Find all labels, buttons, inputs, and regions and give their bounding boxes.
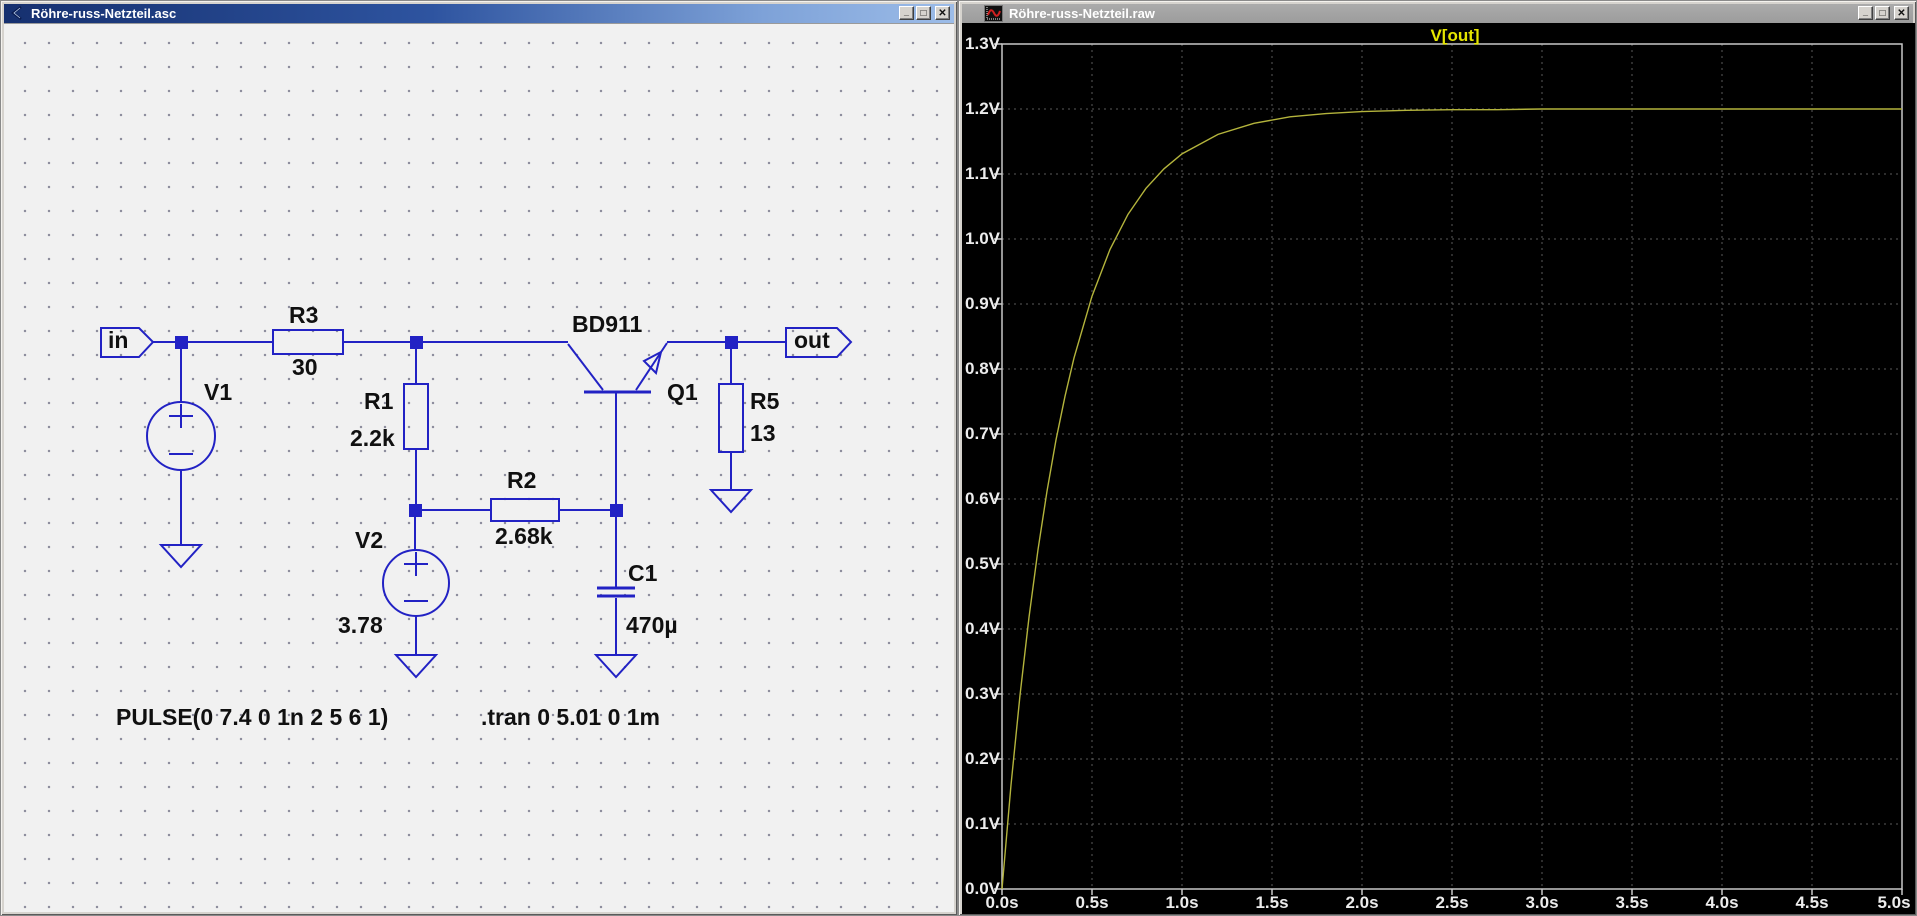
label-C1[interactable]: C1 xyxy=(628,560,657,586)
waveform-plot-pane[interactable]: V[out] 1.3V 1.2V 1.1V 1.0V 0.9V 0.8V 0.7… xyxy=(962,23,1915,914)
y-axis-label: 0.6V xyxy=(962,490,1000,508)
x-axis-label: 5.0s xyxy=(1874,894,1914,912)
x-axis-label: 3.5s xyxy=(1612,894,1652,912)
x-axis-label: 2.0s xyxy=(1342,894,1382,912)
x-axis-label: 0.5s xyxy=(1072,894,1112,912)
y-axis-label: 1.3V xyxy=(962,35,1000,53)
voltage-source-V2-symbol[interactable] xyxy=(383,510,449,655)
ground-symbol-v1[interactable] xyxy=(161,545,201,567)
waveform-window: Röhre-russ-Netzteil.raw _ □ ✕ V[out] 1.3… xyxy=(958,0,1917,916)
x-axis-label: 1.0s xyxy=(1162,894,1202,912)
window-title: Röhre-russ-Netzteil.asc xyxy=(31,6,176,21)
waveform-file-icon[interactable] xyxy=(984,5,1003,22)
y-axis-label: 0.9V xyxy=(962,295,1000,313)
maximize-button[interactable]: □ xyxy=(1875,6,1890,20)
ground-symbol-r5[interactable] xyxy=(711,490,751,512)
resistor-R3-symbol[interactable] xyxy=(273,330,343,354)
schematic-window: Röhre-russ-Netzteil.asc _ □ ✕ xyxy=(0,0,958,916)
minimize-button[interactable]: _ xyxy=(1858,6,1873,20)
value-C1[interactable]: 470µ xyxy=(626,612,678,638)
label-R5[interactable]: R5 xyxy=(750,388,779,414)
y-axis-label: 0.8V xyxy=(962,360,1000,378)
label-R2[interactable]: R2 xyxy=(507,467,536,493)
value-R1[interactable]: 2.2k xyxy=(350,425,395,451)
ltspice-schematic-icon[interactable] xyxy=(8,6,25,21)
minimize-button[interactable]: _ xyxy=(899,6,914,20)
y-axis-label: 1.0V xyxy=(962,230,1000,248)
x-axis-label: 0.0s xyxy=(982,894,1022,912)
y-axis-label: 0.2V xyxy=(962,750,1000,768)
resistor-R1-symbol[interactable] xyxy=(404,342,428,510)
value-R3[interactable]: 30 xyxy=(292,354,318,380)
x-axis-label: 3.0s xyxy=(1522,894,1562,912)
value-R2[interactable]: 2.68k xyxy=(495,523,553,549)
waveform-window-titlebar[interactable]: Röhre-russ-Netzteil.raw _ □ ✕ xyxy=(962,4,1913,23)
close-button[interactable]: ✕ xyxy=(935,6,950,20)
waveform-grid xyxy=(962,23,1915,914)
port-label-in[interactable]: in xyxy=(108,327,128,353)
trace-legend-vout[interactable]: V[out] xyxy=(1395,27,1515,45)
ground-symbol-c1[interactable] xyxy=(596,655,636,677)
label-V1[interactable]: V1 xyxy=(204,379,232,405)
x-axis-label: 2.5s xyxy=(1432,894,1472,912)
spice-directive-tran[interactable]: .tran 0 5.01 0 1m xyxy=(481,704,660,730)
resistor-R5-symbol[interactable] xyxy=(719,342,743,490)
ground-symbol-v2[interactable] xyxy=(396,655,436,677)
label-V2[interactable]: V2 xyxy=(355,527,383,553)
window-title: Röhre-russ-Netzteil.raw xyxy=(1009,6,1155,21)
label-Q1[interactable]: Q1 xyxy=(667,379,698,405)
y-axis-label: 0.1V xyxy=(962,815,1000,833)
x-axis-label: 1.5s xyxy=(1252,894,1292,912)
x-axis-label: 4.0s xyxy=(1702,894,1742,912)
transistor-Q1-symbol[interactable] xyxy=(568,343,667,505)
y-axis-label: 0.5V xyxy=(962,555,1000,573)
label-BD911[interactable]: BD911 xyxy=(572,311,642,337)
label-R1[interactable]: R1 xyxy=(364,388,393,414)
y-axis-label: 0.4V xyxy=(962,620,1000,638)
port-label-out[interactable]: out xyxy=(794,327,830,353)
resistor-R2-symbol[interactable] xyxy=(415,499,616,521)
x-axis-label: 4.5s xyxy=(1792,894,1832,912)
value-V2[interactable]: 3.78 xyxy=(338,612,383,638)
spice-directive-pulse[interactable]: PULSE(0 7.4 0 1n 2 5 6 1) xyxy=(116,704,388,730)
y-axis-label: 0.7V xyxy=(962,425,1000,443)
y-axis-label: 1.1V xyxy=(962,165,1000,183)
schematic-canvas[interactable]: in out R3 30 R1 2.2k V1 BD911 Q1 R5 13 R… xyxy=(4,23,954,912)
schematic-window-titlebar[interactable]: Röhre-russ-Netzteil.asc _ □ ✕ xyxy=(4,4,954,23)
close-button[interactable]: ✕ xyxy=(1894,6,1909,20)
value-R5[interactable]: 13 xyxy=(750,420,776,446)
y-axis-label: 1.2V xyxy=(962,100,1000,118)
maximize-button[interactable]: □ xyxy=(916,6,931,20)
label-R3[interactable]: R3 xyxy=(289,302,318,328)
voltage-source-V1-symbol[interactable] xyxy=(147,342,215,545)
y-axis-label: 0.3V xyxy=(962,685,1000,703)
